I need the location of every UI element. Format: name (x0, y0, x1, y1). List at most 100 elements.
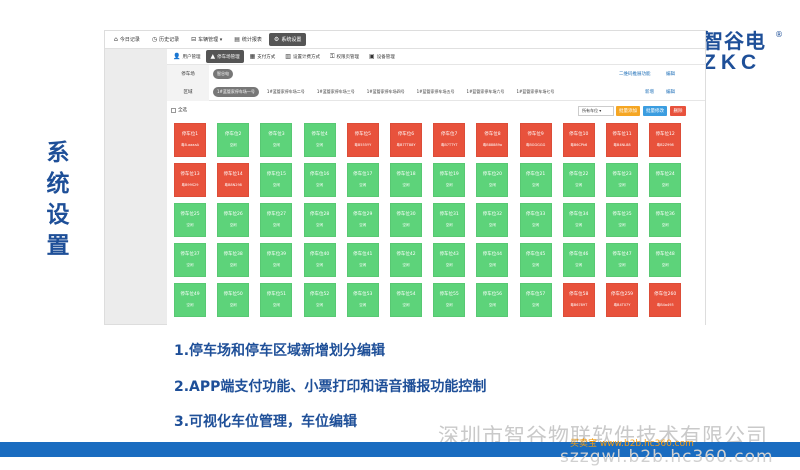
parking-spot-name: 停车位19 (439, 172, 459, 177)
clock-icon: ◷ (151, 36, 158, 43)
parking-spot[interactable]: 停车位58 粤B6789T (562, 283, 595, 317)
area-add-link[interactable]: 新增 (645, 89, 654, 95)
parking-spot[interactable]: 停车位46 空闲 (562, 243, 595, 277)
top-nav-vehicles[interactable]: ⊟ 车辆管理 ▾ (186, 33, 227, 46)
parking-spot[interactable]: 停车位21 空闲 (519, 163, 552, 197)
parking-spot[interactable]: 停车位11 粤B4NL88 (606, 123, 638, 157)
parking-spot[interactable]: 停车位49 空闲 (174, 283, 206, 317)
parking-spot[interactable]: 停车位34 空闲 (562, 203, 595, 237)
area-chip[interactable]: 1#蓝管家停车场三号 (313, 87, 359, 97)
parking-spot[interactable]: 停车位36 空闲 (649, 203, 682, 237)
parking-spot-status: 空闲 (359, 303, 367, 307)
sub-nav-users[interactable]: 👤 用户管理 (169, 50, 204, 63)
lot-edit-link[interactable]: 编辑 (666, 71, 675, 77)
parking-spot[interactable]: 停车位48 空闲 (649, 243, 682, 277)
parking-spot-status: 空闲 (272, 183, 280, 187)
parking-spot[interactable]: 停车位57 空闲 (519, 283, 552, 317)
parking-spot[interactable]: 停车位35 空闲 (606, 203, 638, 237)
parking-spot[interactable]: 停车位31 空闲 (433, 203, 466, 237)
parking-spot[interactable]: 停车位17 空闲 (346, 163, 379, 197)
parking-spot[interactable]: 停车位6 粤B7TT88Y (390, 123, 422, 157)
parking-spot[interactable]: 停车位4 空闲 (303, 123, 336, 157)
parking-spot[interactable]: 停车位50 空闲 (217, 283, 250, 317)
top-nav-today[interactable]: ⌂ 今日记录 (109, 33, 145, 46)
parking-spot[interactable]: 停车位42 空闲 (390, 243, 422, 277)
parking-spot[interactable]: 停车位53 空闲 (346, 283, 379, 317)
sub-nav-payment[interactable]: ▦ 支付方式 (246, 50, 280, 63)
parking-spot[interactable]: 停车位259 粤B4T07Y (606, 283, 638, 317)
parking-spot[interactable]: 停车位27 空闲 (260, 203, 293, 237)
parking-spot[interactable]: 停车位3 空闲 (260, 123, 293, 157)
parking-spot[interactable]: 停车位43 空闲 (433, 243, 466, 277)
parking-spot[interactable]: 停车位18 空闲 (390, 163, 422, 197)
parking-spot[interactable]: 停车位12 粤B2Z998 (649, 123, 682, 157)
parking-spot[interactable]: 停车位20 空闲 (476, 163, 509, 197)
parking-spot[interactable]: 停车位37 空闲 (174, 243, 206, 277)
top-nav-reports[interactable]: ▤ 统计报表 (229, 33, 267, 46)
parking-spot[interactable]: 停车位47 空闲 (606, 243, 638, 277)
parking-spot[interactable]: 停车位51 空闲 (260, 283, 293, 317)
parking-spot[interactable]: 停车位44 空闲 (476, 243, 509, 277)
parking-spot[interactable]: 停车位32 空闲 (476, 203, 509, 237)
select-all-checkbox[interactable] (171, 107, 176, 113)
parking-spot-status: 空闲 (488, 223, 496, 227)
parking-spot[interactable]: 停车位14 粤B8N298 (217, 163, 250, 197)
parking-spot[interactable]: 停车位1 粤B.aaaaA (174, 123, 206, 157)
area-chip[interactable]: 1#蓝管家停车场五号 (413, 87, 459, 97)
parking-spot[interactable]: 停车位26 空闲 (217, 203, 250, 237)
area-chip[interactable]: 1#蓝管家停车场一号 (213, 87, 259, 97)
parking-spot[interactable]: 停车位25 空闲 (174, 203, 206, 237)
feature-item: 1.停车场和停车区域新增划分编辑 (174, 343, 386, 359)
area-chip[interactable]: 1#蓝管家停车场七号 (512, 87, 558, 97)
sub-nav-devices[interactable]: ▣ 设备管理 (365, 50, 399, 63)
parking-spot[interactable]: 停车位52 空闲 (303, 283, 336, 317)
sub-nav-parking[interactable]: ▲ 停车场管理 (206, 50, 244, 63)
parking-spot[interactable]: 停车位24 空闲 (649, 163, 682, 197)
select-all[interactable]: 全选 (171, 107, 187, 113)
parking-spot[interactable]: 停车位8 粤B88889a (476, 123, 509, 157)
parking-spot-status: 空闲 (272, 223, 280, 227)
parking-spot[interactable]: 停车位2 空闲 (217, 123, 250, 157)
parking-spot[interactable]: 停车位41 空闲 (346, 243, 379, 277)
parking-spot[interactable]: 停车位19 空闲 (433, 163, 466, 197)
parking-spot[interactable]: 停车位45 空闲 (519, 243, 552, 277)
parking-spot[interactable]: 停车位23 空闲 (606, 163, 638, 197)
parking-spot[interactable]: 停车位10 粤B6CPk6 (562, 123, 595, 157)
parking-spot[interactable]: 停车位22 空闲 (562, 163, 595, 197)
qr-link[interactable]: 二维码推展功能 (619, 71, 651, 77)
parking-spot[interactable]: 停车位16 空闲 (303, 163, 336, 197)
spot-filter-select[interactable]: 所有车位 ▾ (578, 106, 614, 116)
parking-spot[interactable]: 停车位54 空闲 (390, 283, 422, 317)
parking-spot[interactable]: 停车位30 空闲 (390, 203, 422, 237)
area-chip[interactable]: 1#蓝管家停车场四号 (363, 87, 409, 97)
logo-reg: ® (775, 30, 783, 39)
parking-spot-name: 停车位35 (612, 212, 632, 217)
area-edit-link[interactable]: 编辑 (666, 89, 675, 95)
lot-chip[interactable]: 智谷电 (213, 69, 233, 79)
sub-nav-permissions[interactable]: ⚿ 权限页管理 (326, 50, 363, 64)
parking-spot[interactable]: 停车位56 空闲 (476, 283, 509, 317)
parking-spot[interactable]: 停车位39 空闲 (260, 243, 293, 277)
parking-spot[interactable]: 停车位5 粤B555YY (346, 123, 379, 157)
batch-edit-button[interactable]: 批量修改 (643, 106, 667, 116)
parking-spot[interactable]: 停车位29 空闲 (346, 203, 379, 237)
parking-spot[interactable]: 停车位15 空闲 (260, 163, 293, 197)
sub-nav: 👤 用户管理 ▲ 停车场管理 ▦ 支付方式 ▥ 设置计费方式 ⚿ 权限页管理 ▣ 设备管理 (167, 49, 705, 65)
parking-spot[interactable]: 停车位260 粤B4a493 (649, 283, 682, 317)
parking-spot[interactable]: 停车位9 粤BGGGGG (519, 123, 552, 157)
parking-spot[interactable]: 停车位55 空闲 (433, 283, 466, 317)
parking-spot[interactable]: 停车位7 粤B7TTYT (433, 123, 466, 157)
batch-add-button[interactable]: 批量添加 (616, 106, 640, 116)
area-chip[interactable]: 1#蓝管家停车场六号 (463, 87, 509, 97)
sub-nav-billing[interactable]: ▥ 设置计费方式 (281, 50, 324, 63)
parking-spot[interactable]: 停车位13 粤B99S29 (174, 163, 206, 197)
parking-spot[interactable]: 停车位38 空闲 (217, 243, 250, 277)
top-nav-settings[interactable]: ⚙ 系统设置 (268, 33, 307, 46)
area-chip[interactable]: 1#蓝管家停车场二号 (263, 87, 309, 97)
top-nav-history[interactable]: ◷ 历史记录 (147, 33, 184, 46)
parking-spot[interactable]: 停车位28 空闲 (303, 203, 336, 237)
delete-button[interactable]: 删除 (670, 106, 686, 116)
parking-spot[interactable]: 停车位40 空闲 (303, 243, 336, 277)
parking-spot-status: 空闲 (402, 263, 410, 267)
parking-spot[interactable]: 停车位33 空闲 (519, 203, 552, 237)
